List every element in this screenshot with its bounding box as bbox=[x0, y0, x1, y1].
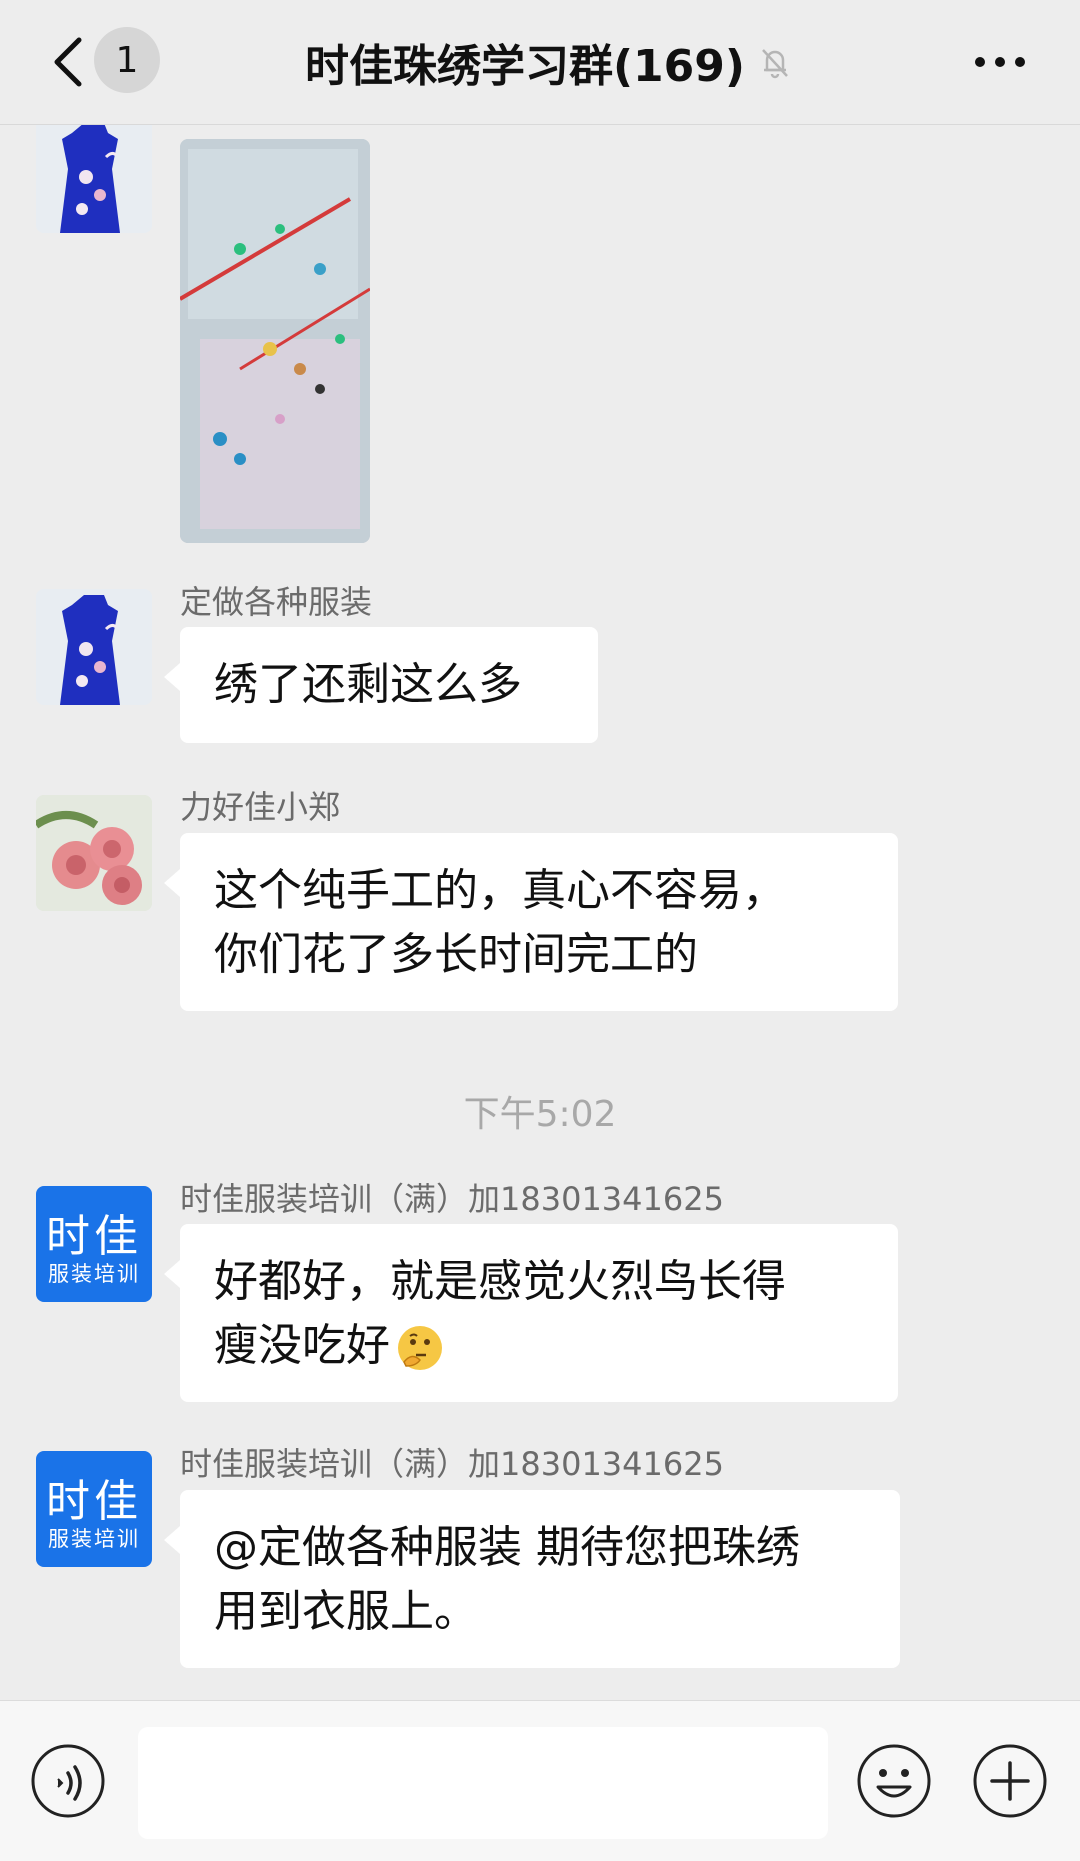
message-bubble[interactable]: 好都好，就是感觉火烈鸟长得 瘦没吃好 bbox=[164, 1224, 898, 1402]
avatar-logo-text: 时佳 bbox=[46, 1211, 142, 1262]
avatar[interactable]: 时佳 服装培训 bbox=[36, 1186, 152, 1302]
sender-name: 力好佳小郑 bbox=[180, 788, 341, 826]
input-bar bbox=[0, 1700, 1080, 1861]
message-text-line: 瘦没吃好 bbox=[214, 1320, 390, 1371]
message-bubble[interactable]: 这个纯手工的，真心不容易， 你们花了多长时间完工的 bbox=[164, 833, 898, 1011]
message-text-line: @定做各种服装 期待您把珠绣 bbox=[214, 1522, 800, 1573]
back-button[interactable] bbox=[44, 30, 92, 94]
sender-name: 时佳服装培训（满）加18301341625 bbox=[180, 1445, 724, 1483]
unread-badge: 1 bbox=[94, 27, 160, 93]
qipao-dress-icon bbox=[36, 589, 152, 705]
shared-photo[interactable] bbox=[180, 139, 370, 543]
more-button[interactable] bbox=[970, 40, 1030, 84]
sender-name: 时佳服装培训（满）加18301341625 bbox=[180, 1180, 724, 1218]
message-text-line-wrap: 瘦没吃好 bbox=[214, 1314, 864, 1378]
sender-name: 定做各种服装 bbox=[180, 583, 373, 621]
emoji-icon[interactable] bbox=[856, 1743, 932, 1819]
message-input[interactable] bbox=[138, 1727, 828, 1839]
more-dots-icon bbox=[975, 57, 1025, 67]
avatar-logo-text: 时佳 bbox=[46, 1476, 142, 1527]
avatar[interactable]: 时佳 服装培训 bbox=[36, 1451, 152, 1567]
title-area: 时佳珠绣学习群(169) bbox=[250, 30, 850, 94]
avatar-logo-subtext: 服装培训 bbox=[48, 1527, 140, 1551]
avatar[interactable] bbox=[36, 795, 152, 911]
message-bubble[interactable]: 绣了还剩这么多 bbox=[164, 627, 598, 743]
message-text-line: 好都好，就是感觉火烈鸟长得 bbox=[214, 1256, 786, 1307]
qipao-dress-icon bbox=[36, 125, 152, 233]
message-text-line: 这个纯手工的，真心不容易， bbox=[214, 865, 786, 916]
message-text-line: 用到衣服上。 bbox=[214, 1586, 478, 1637]
message-text: 绣了还剩这么多 bbox=[214, 659, 522, 710]
chat-header: 1 时佳珠绣学习群(169) bbox=[0, 0, 1080, 125]
voice-icon[interactable] bbox=[30, 1743, 106, 1819]
bead-bags-photo bbox=[180, 139, 370, 543]
chevron-left-icon bbox=[54, 37, 82, 87]
message-list[interactable]: 定做各种服装 绣了还剩这么多 力好佳小郑 这个纯手工的，真心不容易， 你们花了多… bbox=[0, 125, 1080, 1700]
plus-icon[interactable] bbox=[972, 1743, 1048, 1819]
thinking-face-icon bbox=[398, 1326, 442, 1370]
avatar-logo-subtext: 服装培训 bbox=[48, 1262, 140, 1286]
chat-title: 时佳珠绣学习群(169) bbox=[304, 41, 746, 92]
timestamp: 下午5:02 bbox=[463, 1094, 617, 1135]
message-bubble[interactable]: @定做各种服装 期待您把珠绣 用到衣服上。 bbox=[164, 1490, 900, 1668]
bell-muted-icon bbox=[762, 49, 788, 79]
avatar[interactable] bbox=[36, 589, 152, 705]
roses-icon bbox=[36, 795, 152, 911]
avatar[interactable] bbox=[36, 125, 152, 233]
message-text-line: 你们花了多长时间完工的 bbox=[214, 929, 698, 980]
